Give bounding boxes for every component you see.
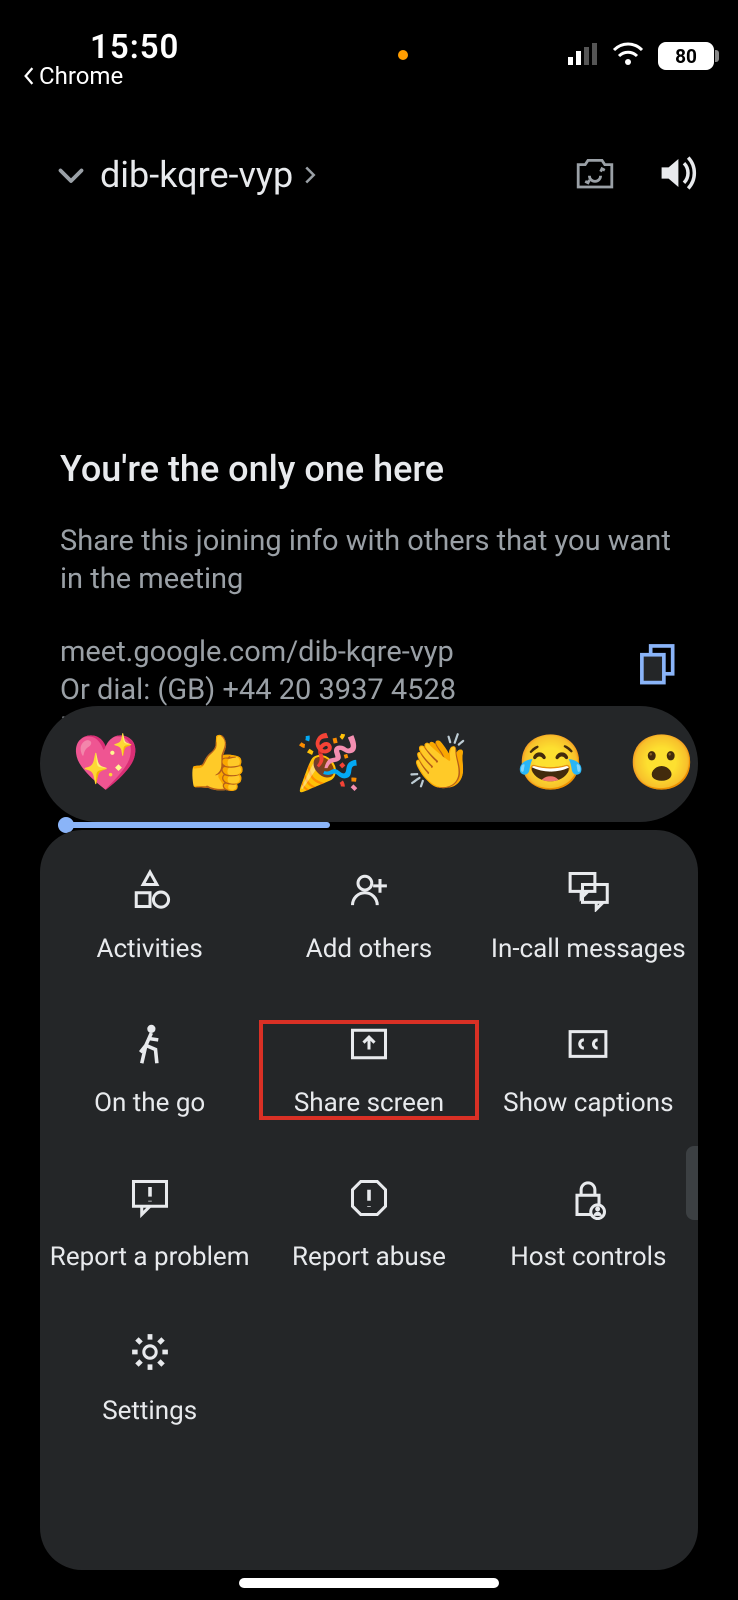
switch-camera-icon[interactable] <box>574 154 616 196</box>
reaction-clap[interactable]: 👏 <box>406 737 473 791</box>
recording-indicator-dot <box>398 50 408 60</box>
incall-messages-label: In-call messages <box>491 934 686 964</box>
info-title: You're the only one here <box>60 448 678 490</box>
chevron-down-icon[interactable] <box>42 157 100 193</box>
report-abuse-button[interactable]: Report abuse <box>259 1174 478 1274</box>
reaction-wow[interactable]: 😮 <box>628 737 695 791</box>
reaction-party[interactable]: 🎉 <box>295 737 362 791</box>
settings-button[interactable]: Settings <box>40 1328 259 1428</box>
activities-label: Activities <box>96 934 202 964</box>
cellular-icon <box>568 43 598 69</box>
show-captions-button[interactable]: Show captions <box>479 1020 698 1120</box>
back-to-app-label: Chrome <box>39 62 123 90</box>
reaction-thumbsup[interactable]: 👍 <box>183 737 250 791</box>
meeting-link: meet.google.com/dib-kqre-vyp <box>60 633 456 671</box>
share-screen-button[interactable]: Share screen <box>259 1020 478 1120</box>
report-abuse-label: Report abuse <box>292 1242 446 1272</box>
info-subtitle: Share this joining info with others that… <box>60 522 678 599</box>
status-right: 80 <box>568 42 714 70</box>
activities-button[interactable]: Activities <box>40 866 259 966</box>
settings-label: Settings <box>102 1396 197 1426</box>
reaction-heart[interactable]: 💖 <box>72 737 139 791</box>
side-handle[interactable] <box>686 1146 698 1220</box>
home-indicator[interactable] <box>239 1578 499 1588</box>
host-controls-label: Host controls <box>510 1242 666 1272</box>
show-captions-label: Show captions <box>503 1088 673 1118</box>
meeting-id-text: dib-kqre-vyp <box>100 154 293 196</box>
add-others-button[interactable]: Add others <box>259 866 478 966</box>
status-bar: 15:50 Chrome 80 <box>0 0 738 82</box>
reaction-bar[interactable]: 💖 👍 🎉 👏 😂 😮 😢 <box>40 706 698 822</box>
back-to-app[interactable]: Chrome <box>22 62 123 90</box>
on-the-go-button[interactable]: On the go <box>40 1020 259 1120</box>
reaction-joy[interactable]: 😂 <box>517 737 584 791</box>
wifi-icon <box>612 42 644 70</box>
dial-in: Or dial: (GB) +44 20 3937 4528 <box>60 671 456 709</box>
report-problem-label: Report a problem <box>50 1242 250 1272</box>
incall-messages-button[interactable]: In-call messages <box>479 866 698 966</box>
battery-indicator: 80 <box>658 42 714 70</box>
reaction-scrollbar[interactable] <box>58 822 330 828</box>
copy-icon[interactable] <box>638 643 678 697</box>
more-options-sheet: Activities Add others In-call messages O… <box>40 830 698 1570</box>
meeting-id-button[interactable]: dib-kqre-vyp <box>100 154 317 196</box>
speaker-icon[interactable] <box>656 152 698 198</box>
on-the-go-label: On the go <box>94 1088 205 1118</box>
report-problem-button[interactable]: Report a problem <box>40 1174 259 1274</box>
share-screen-label: Share screen <box>294 1088 444 1118</box>
host-controls-button[interactable]: Host controls <box>479 1174 698 1274</box>
add-others-label: Add others <box>306 934 432 964</box>
meeting-header: dib-kqre-vyp <box>0 152 738 198</box>
